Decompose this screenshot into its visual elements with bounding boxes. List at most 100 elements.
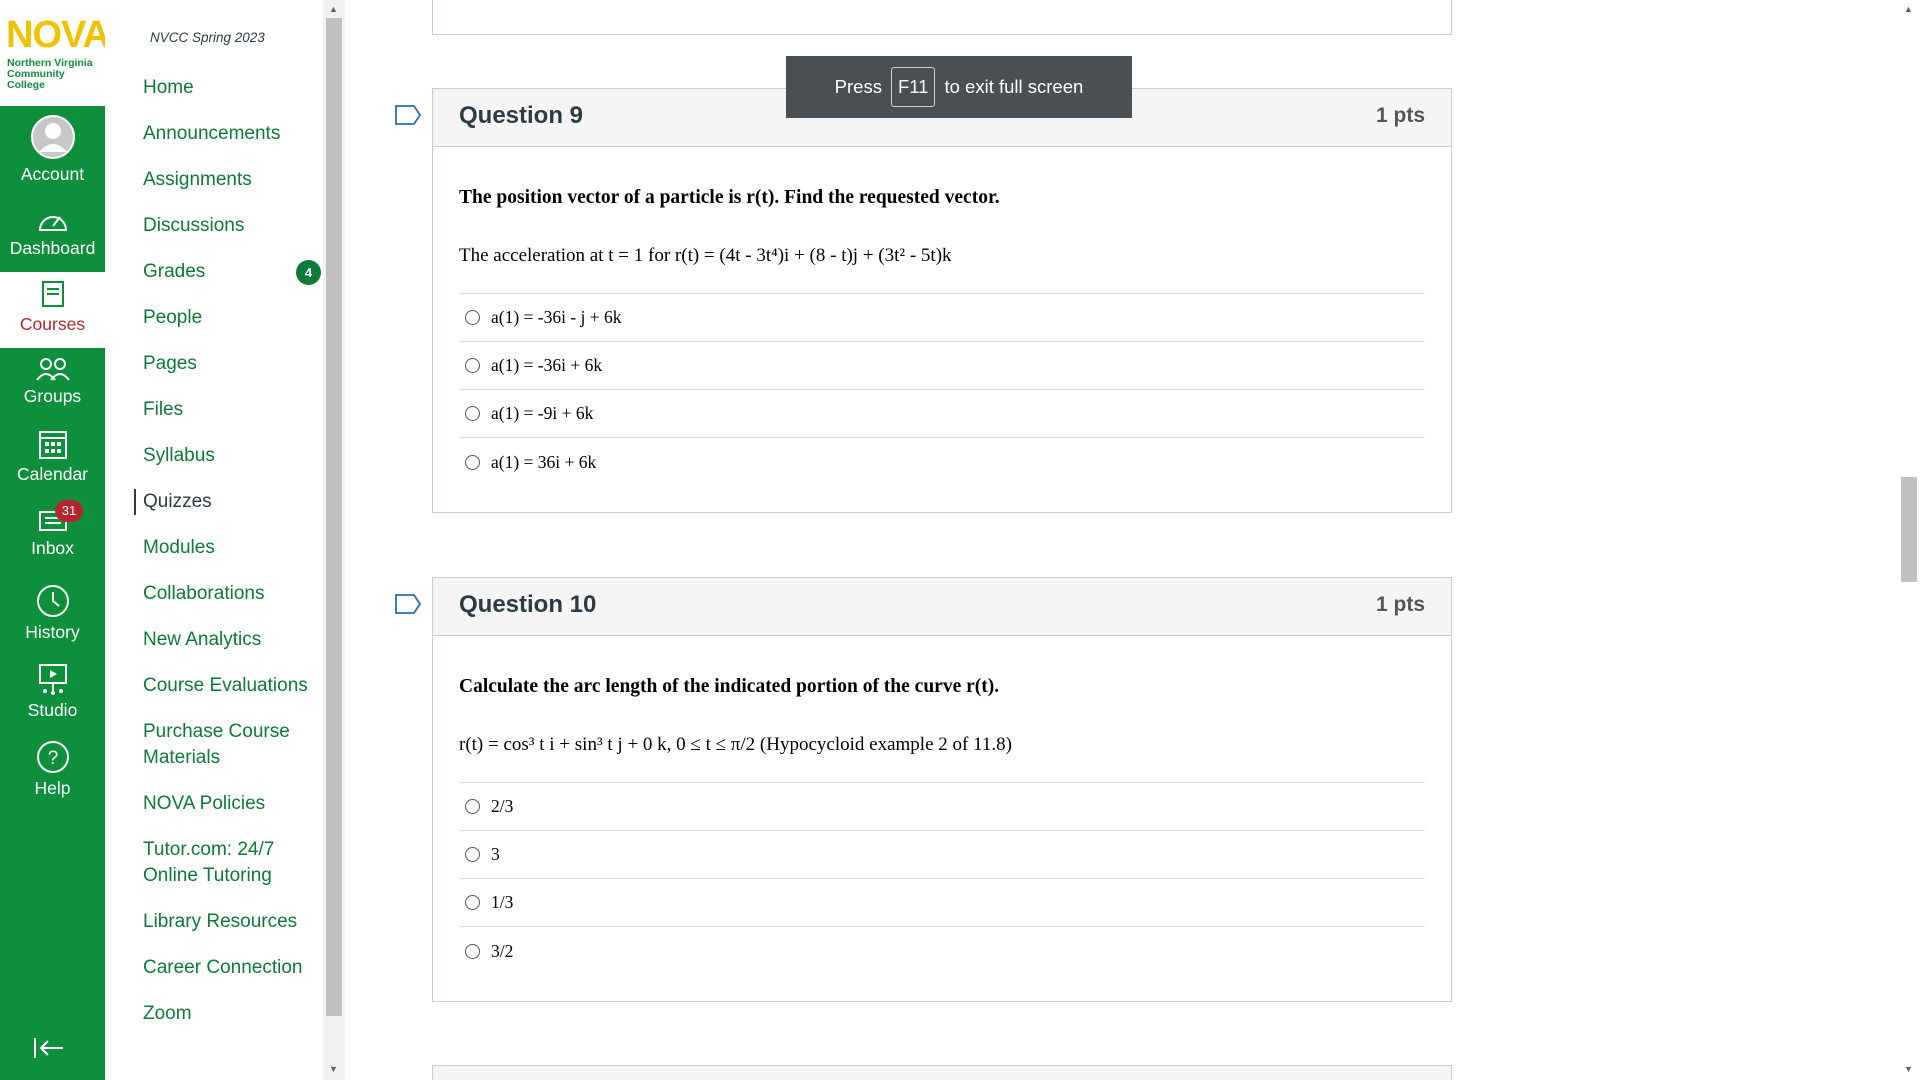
previous-question-card [432, 0, 1452, 35]
next-question-card [432, 1065, 1452, 1080]
nova-logo[interactable]: NOVA Northern Virginia Community College [0, 0, 110, 106]
course-nav-nova-policies[interactable]: NOVA Policies [143, 791, 323, 817]
page-scrollbar[interactable]: ▲ ▼ [1898, 0, 1920, 1080]
fullscreen-toast: Press F11 to exit full screen [786, 56, 1132, 118]
logo-word: NOVA [6, 14, 110, 56]
answer-label: a(1) = -36i + 6k [491, 355, 603, 375]
answer-label: 1/3 [491, 892, 514, 912]
question-card: Question 9 1 pts The position vector of … [432, 88, 1452, 513]
course-nav: NVCC Spring 2023 Home Announcements Assi… [105, 0, 323, 1080]
course-nav-pages[interactable]: Pages [143, 351, 323, 377]
studio-icon [38, 664, 67, 695]
logo-subtitle: Northern Virginia Community College [7, 57, 93, 91]
course-nav-tutor[interactable]: Tutor.com: 24/7 Online Tutoring [143, 837, 303, 889]
global-nav-groups[interactable]: Groups [0, 356, 105, 407]
groups-icon [35, 358, 70, 381]
question-card: Question 10 1 pts Calculate the arc leng… [432, 577, 1452, 1002]
question-body: Calculate the arc length of the indicate… [433, 636, 1451, 1001]
course-term: NVCC Spring 2023 [150, 30, 265, 45]
radio-button[interactable] [465, 454, 480, 470]
toast-text: to exit full screen [944, 76, 1084, 97]
calendar-icon [38, 431, 67, 459]
nav-label: Dashboard [9, 238, 96, 258]
answer-label: a(1) = -36i - j + 6k [491, 307, 622, 327]
question-prompt: Calculate the arc length of the indicate… [459, 676, 1000, 697]
collapse-nav-icon[interactable] [33, 1036, 65, 1067]
answer-option[interactable]: 1/3 [459, 879, 1425, 927]
global-nav: NOVA Northern Virginia Community College… [0, 0, 110, 1080]
course-nav-collaborations[interactable]: Collaborations [143, 581, 323, 607]
question-text: r(t) = cos³ t i + sin³ t j + 0 k, 0 ≤ t … [459, 734, 1012, 755]
help-icon: ? [36, 741, 69, 773]
course-nav-career[interactable]: Career Connection [143, 955, 323, 981]
scrollbar-thumb[interactable] [326, 18, 342, 1016]
flag-question-icon[interactable] [395, 594, 421, 614]
inbox-unread-badge: 31 [55, 500, 83, 522]
answer-list: a(1) = -36i - j + 6k a(1) = -36i + 6k a(… [459, 293, 1425, 486]
answer-option[interactable]: 3 [459, 831, 1425, 879]
nav-label: Groups [23, 386, 82, 406]
course-nav-syllabus[interactable]: Syllabus [143, 443, 323, 469]
question-title: Question 9 [459, 102, 584, 129]
radio-button[interactable] [465, 310, 480, 325]
course-nav-library[interactable]: Library Resources [143, 909, 323, 935]
answer-list: 2/3 3 1/3 3/2 [459, 782, 1425, 975]
course-nav-zoom[interactable]: Zoom [143, 1001, 323, 1027]
course-nav-quizzes[interactable]: Quizzes [134, 489, 314, 515]
toast-key: F11 [890, 67, 936, 107]
svg-text:?: ? [47, 748, 58, 769]
scroll-up-arrow-icon[interactable]: ▲ [329, 4, 338, 14]
scroll-down-arrow-icon[interactable]: ▼ [1904, 1064, 1913, 1074]
global-nav-account[interactable]: Account [0, 114, 105, 185]
course-nav-files[interactable]: Files [143, 397, 323, 423]
nav-label: Help [34, 778, 71, 798]
answer-label: a(1) = -9i + 6k [491, 403, 594, 423]
radio-button[interactable] [465, 358, 480, 373]
question-points: 1 pts [1375, 593, 1425, 616]
grades-badge: 4 [296, 260, 321, 285]
global-nav-inbox[interactable]: 31 Inbox [0, 500, 105, 559]
course-nav-scrollbar[interactable]: ▲ ▼ [323, 0, 345, 1080]
global-nav-courses[interactable]: Courses [0, 272, 105, 348]
scrollbar-thumb[interactable] [1901, 477, 1917, 582]
radio-button[interactable] [465, 799, 480, 814]
global-nav-calendar[interactable]: Calendar [0, 428, 105, 485]
answer-option[interactable]: 2/3 [459, 783, 1425, 831]
question-text: The acceleration at t = 1 for r(t) = (4t… [459, 245, 952, 266]
question-title: Question 10 [459, 591, 597, 618]
course-nav-assignments[interactable]: Assignments [143, 167, 323, 193]
course-nav-announcements[interactable]: Announcements [143, 121, 323, 147]
course-nav-purchase-materials[interactable]: Purchase Course Materials [143, 719, 313, 771]
nav-label: Account [20, 164, 85, 184]
course-nav-course-evaluations[interactable]: Course Evaluations [143, 673, 323, 699]
nav-label: Calendar [16, 464, 89, 484]
answer-option[interactable]: a(1) = -36i + 6k [459, 342, 1425, 390]
radio-button[interactable] [465, 895, 480, 910]
toast-text: Press [834, 76, 882, 97]
nav-label: Studio [27, 700, 78, 720]
history-icon [36, 585, 69, 617]
course-nav-modules[interactable]: Modules [143, 535, 323, 561]
answer-option[interactable]: a(1) = 36i + 6k [459, 438, 1425, 486]
course-nav-home[interactable]: Home [143, 75, 323, 101]
courses-icon [41, 281, 64, 307]
scroll-down-arrow-icon[interactable]: ▼ [329, 1064, 338, 1074]
scroll-up-arrow-icon[interactable]: ▲ [1904, 4, 1913, 14]
course-nav-discussions[interactable]: Discussions [143, 213, 323, 239]
nav-label: History [25, 622, 80, 642]
global-nav-history[interactable]: History [0, 584, 105, 643]
radio-button[interactable] [465, 943, 480, 959]
global-nav-help[interactable]: ? Help [0, 740, 105, 799]
answer-option[interactable]: 3/2 [459, 927, 1425, 975]
global-nav-dashboard[interactable]: Dashboard [0, 206, 105, 259]
flag-question-icon[interactable] [395, 105, 421, 125]
course-nav-people[interactable]: People [143, 305, 323, 331]
global-nav-studio[interactable]: Studio [0, 662, 105, 721]
radio-button[interactable] [465, 847, 480, 862]
answer-option[interactable]: a(1) = -9i + 6k [459, 390, 1425, 438]
answer-option[interactable]: a(1) = -36i - j + 6k [459, 294, 1425, 342]
answer-label: 2/3 [491, 796, 514, 816]
course-nav-new-analytics[interactable]: New Analytics [143, 627, 323, 653]
nav-label: Courses [19, 314, 86, 334]
radio-button[interactable] [465, 406, 480, 421]
